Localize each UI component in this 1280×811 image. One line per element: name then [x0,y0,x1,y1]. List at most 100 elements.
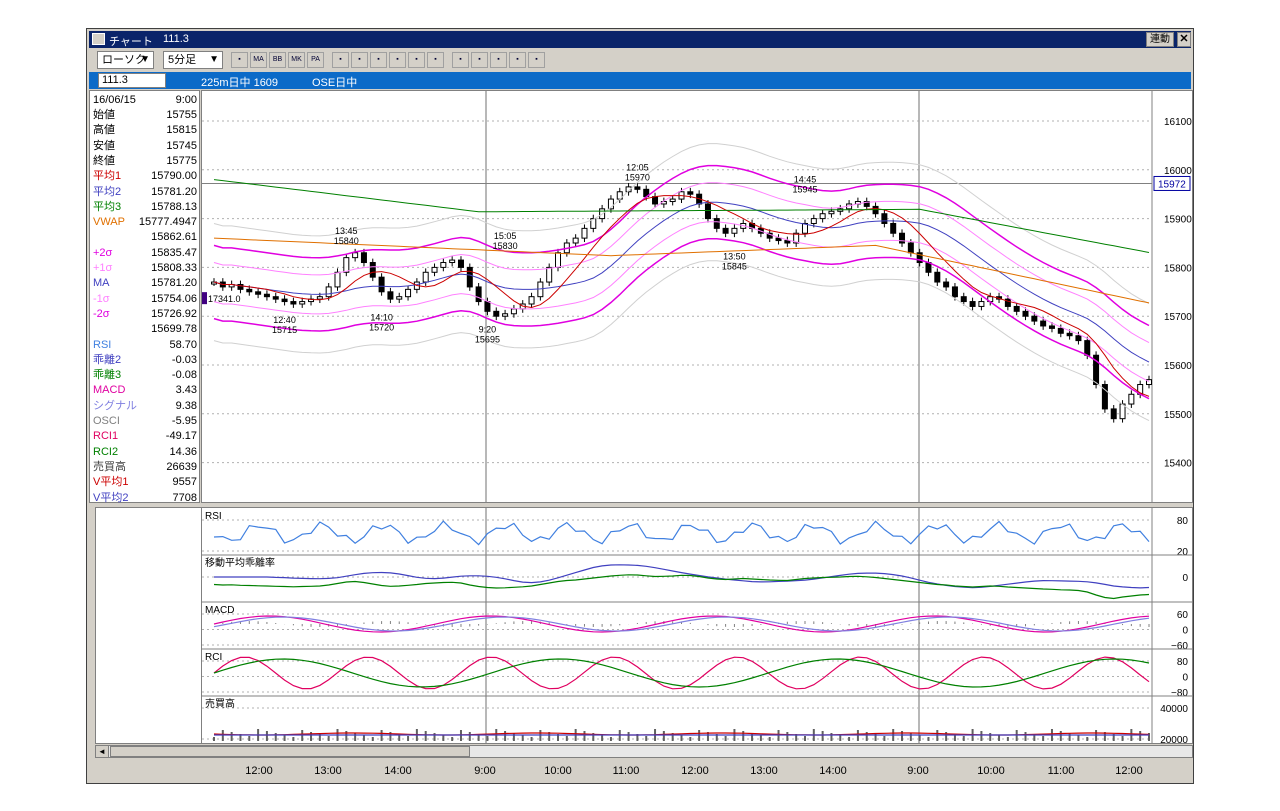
annotation-time: 14:10 [370,312,393,322]
pen-icon[interactable]: ▪ [452,52,469,68]
horizontal-scrollbar[interactable]: ◄ [95,745,1193,758]
time-tick-label: 11:00 [612,765,640,777]
scroll-thumb[interactable] [110,746,470,757]
data-row-label: シグナル [93,399,137,412]
price-tick-label: 15900 [1164,215,1192,226]
rsi-line [213,520,1150,546]
data-row-value: 15862.61 [151,231,197,244]
main-chart[interactable]: 16100 16000 15900 15800 15700 15600 15500 15400… [201,90,1193,503]
dev2-line [214,564,1150,589]
time-tick-label: 13:00 [314,765,342,777]
data-row: 始値 15755 [93,108,197,123]
ruler-icon[interactable]: ▪ [528,52,545,68]
time-tick-label: 14:00 [819,765,847,777]
data-row-label: MA [93,277,110,290]
data-row-value: 3.43 [175,384,197,397]
candle-body [290,301,297,305]
data-row: 売買高 26639 [93,460,197,475]
fibonacci-icon[interactable]: ▪ [351,52,368,68]
data-row-label: 売買高 [93,460,126,473]
data-row-label: MACD [93,384,126,397]
data-row-label: V平均1 [93,476,129,489]
data-row-value: 15699.78 [151,323,197,336]
bb-button[interactable]: BB [269,52,286,68]
ma-button[interactable]: MA [250,52,267,68]
data-row-value: 58.70 [169,338,197,351]
left-value-label: 17341.0 [208,294,241,304]
annotation-price: 15830 [493,241,518,251]
candle-body [484,301,491,312]
candle-body [422,271,429,283]
annotation-time: 15:05 [494,231,517,241]
candle-body [528,296,535,305]
candle-body [1040,320,1047,327]
code-input[interactable]: 111.3 [98,73,166,88]
bb-upper-1 [213,182,1150,344]
candle-body [828,210,835,215]
data-row-value: 7708 [172,491,197,504]
annotation-price: 15695 [475,335,500,345]
time-tick-label: 10:00 [544,765,572,777]
data-row-value: 15755 [166,109,197,121]
calendar-icon[interactable]: ▪ [408,52,425,68]
candle-body [899,232,906,244]
tick-label: 0 [1182,573,1188,584]
chevron-down-icon: ▼ [209,54,219,65]
settings-icon[interactable]: ▪ [427,52,444,68]
annotation-price: 15715 [272,325,297,335]
tick-label: 80 [1177,516,1189,527]
gann-icon[interactable]: ▪ [370,52,387,68]
scroll-left-icon[interactable]: ◄ [96,746,109,757]
data-panel: 16/06/15 9:00 始値 15755 高値 15815 安値 15745 終値 157… [89,90,200,506]
annotation-price: 15970 [625,172,650,182]
time-tick-label: 11:00 [1047,765,1075,777]
pa-button[interactable]: PA [307,52,324,68]
data-row-value: 15790.00 [151,170,197,183]
candle-body [1013,305,1020,312]
eraser-icon[interactable]: ▪ [490,52,507,68]
candle-body [810,218,817,224]
close-icon[interactable]: ✕ [1177,32,1191,47]
tick-label: 80 [1177,657,1189,668]
zoom-icon[interactable]: ▪ [389,52,406,68]
data-row: シグナル 9.38 [93,399,197,414]
candle-body [449,259,456,264]
search-icon[interactable]: ▪ [509,52,526,68]
panel-label: 売買高 [205,697,235,710]
data-row-value: 26639 [166,460,197,473]
data-row-label: 高値 [93,124,115,137]
candle-body [634,186,641,190]
time-tick-label: 12:00 [681,765,709,777]
tick-label: 0 [1182,673,1188,684]
data-row-label: 始値 [93,109,115,121]
sub-charts[interactable]: RSI 80 20 移動平均乖離率 0 MACD 60 0 −60 RCI 80 0 −80 売買高 400… [201,507,1193,744]
data-row-value: 15781.20 [151,185,197,198]
mk-button[interactable]: MK [288,52,305,68]
data-row-value: 9557 [172,476,197,489]
chart-style-icon[interactable]: ▪ [231,52,248,68]
sub-panel-left [95,507,202,744]
annotation-price: 15720 [369,322,394,332]
panel-label: MACD [205,605,234,616]
cursor-icon[interactable]: ▪ [471,52,488,68]
data-row: V平均2 7708 [93,491,197,506]
data-row: 平均2 15781.20 [93,185,197,200]
chart-type-select[interactable]: ローソク ▼ [97,51,154,69]
data-row: MA 15781.20 [93,276,197,291]
data-row: 15699.78 [93,322,197,337]
time-value: 9:00 [175,94,197,106]
data-row-label: +2σ [93,246,113,259]
linked-button[interactable]: 連動 [1146,32,1174,47]
data-row: RSI 58.70 [93,338,197,353]
tick-label: 40000 [1160,704,1188,715]
trend-icon[interactable]: ▪ [332,52,349,68]
data-row-label: -2σ [93,307,110,320]
candle-body [246,288,253,293]
data-row: +1σ 15808.33 [93,261,197,276]
price-tick-label: 16100 [1164,117,1192,128]
data-row-label: 終値 [93,154,115,167]
candle-body [1057,327,1064,334]
interval-select[interactable]: 5分足 ▼ [163,51,223,69]
info-bar: 111.3 225m日中 1609 OSE日中 [89,72,1191,89]
candle-body [713,218,720,229]
